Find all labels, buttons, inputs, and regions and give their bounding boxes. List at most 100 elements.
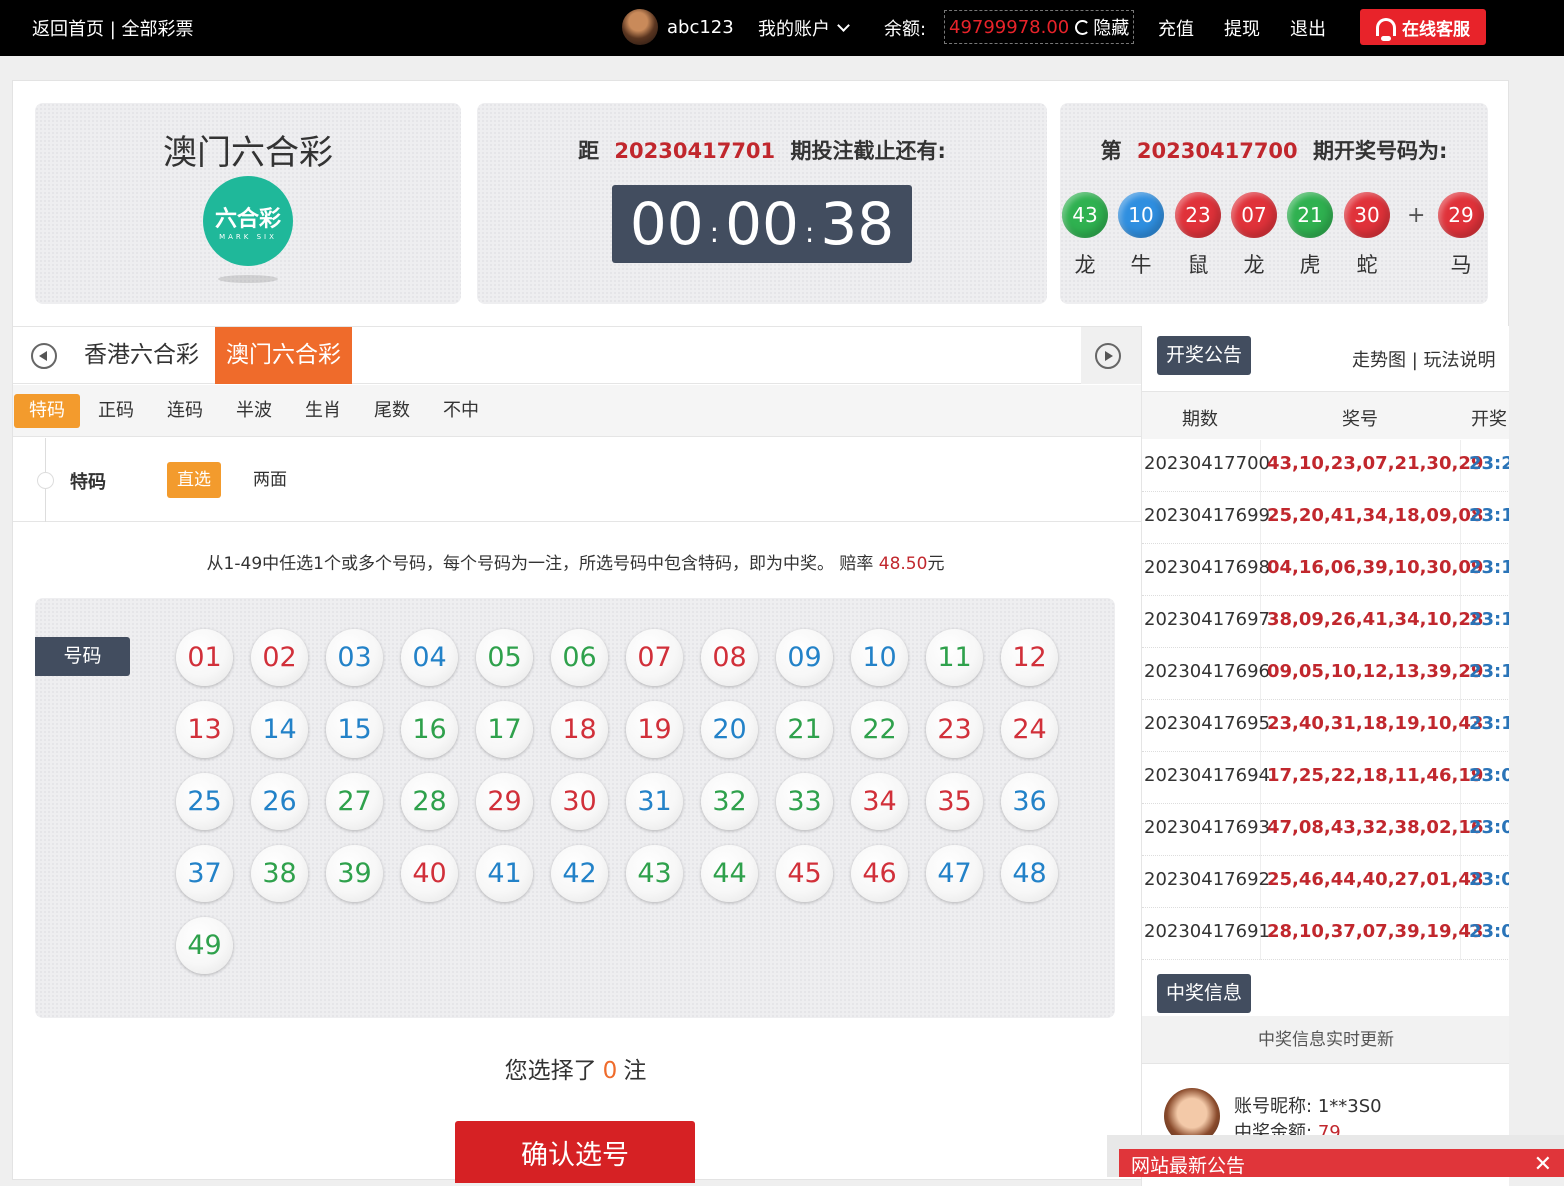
number-ball[interactable]: 28 — [401, 773, 458, 830]
scroll-right-arrow-icon[interactable] — [1095, 343, 1121, 369]
number-ball[interactable]: 32 — [701, 773, 758, 830]
top-bar: 返回首页 | 全部彩票 abc123 我的账户 余额: 49799978.00 … — [0, 0, 1564, 56]
home-link[interactable]: 返回首页 | 全部彩票 — [32, 15, 194, 41]
countdown-issue: 20230417701 — [614, 139, 776, 163]
number-ball[interactable]: 08 — [701, 629, 758, 686]
number-ball[interactable]: 47 — [926, 845, 983, 902]
number-ball[interactable]: 45 — [776, 845, 833, 902]
number-ball[interactable]: 29 — [476, 773, 533, 830]
number-ball[interactable]: 12 — [1001, 629, 1058, 686]
option-direct[interactable]: 直选 — [167, 462, 221, 498]
scroll-left-arrow-icon[interactable] — [31, 343, 57, 369]
number-ball[interactable]: 15 — [326, 701, 383, 758]
number-ball[interactable]: 07 — [626, 629, 683, 686]
selection-suffix: 注 — [623, 1058, 647, 1084]
tab-not-hit[interactable]: 不中 — [428, 394, 494, 428]
draw-issue-line: 第 20230417700 期开奖号码为: — [1060, 135, 1488, 165]
number-ball[interactable]: 31 — [626, 773, 683, 830]
tab-special-number[interactable]: 特码 — [14, 394, 80, 428]
number-ball[interactable]: 41 — [476, 845, 533, 902]
tab-hk-mark-six[interactable]: 香港六合彩 — [73, 327, 210, 384]
number-ball[interactable]: 49 — [176, 917, 233, 974]
close-icon[interactable]: ✕ — [1534, 1153, 1552, 1177]
number-ball[interactable]: 37 — [176, 845, 233, 902]
zodiac-label: 龙 — [1243, 253, 1265, 277]
user-info[interactable]: abc123 — [622, 9, 734, 45]
number-ball[interactable]: 42 — [551, 845, 608, 902]
number-ball[interactable]: 01 — [176, 629, 233, 686]
withdraw-link[interactable]: 提现 — [1224, 15, 1260, 41]
customer-service-button[interactable]: 在线客服 — [1360, 9, 1486, 45]
number-ball[interactable]: 44 — [701, 845, 758, 902]
number-ball[interactable]: 38 — [251, 845, 308, 902]
tab-zodiac[interactable]: 生肖 — [290, 394, 356, 428]
number-ball[interactable]: 39 — [326, 845, 383, 902]
number-ball[interactable]: 17 — [476, 701, 533, 758]
number-ball[interactable]: 46 — [851, 845, 908, 902]
number-ball[interactable]: 48 — [1001, 845, 1058, 902]
number-ball[interactable]: 04 — [401, 629, 458, 686]
number-ball[interactable]: 26 — [251, 773, 308, 830]
username: abc123 — [667, 16, 734, 38]
history-time: 23:0 — [1469, 765, 1509, 786]
tab-regular-number[interactable]: 正码 — [83, 394, 149, 428]
table-row: 2023041769925,20,41,34,18,09,0823:1 — [1142, 492, 1509, 544]
number-ball[interactable]: 05 — [476, 629, 533, 686]
nickname-label: 账号昵称: — [1234, 1096, 1313, 1117]
selection-count: 0 — [602, 1058, 618, 1084]
number-ball[interactable]: 27 — [326, 773, 383, 830]
number-ball[interactable]: 06 — [551, 629, 608, 686]
logout-link[interactable]: 退出 — [1290, 15, 1326, 41]
account-menu[interactable]: 我的账户 — [758, 15, 850, 41]
number-ball[interactable]: 09 — [776, 629, 833, 686]
table-row: 2023041769347,08,43,32,38,02,1623:0 — [1142, 804, 1509, 856]
number-ball[interactable]: 20 — [701, 701, 758, 758]
countdown-timer: 00 : 00 : 38 — [612, 185, 912, 263]
table-row: 2023041769417,25,22,18,11,46,1923:0 — [1142, 752, 1509, 804]
number-ball[interactable]: 25 — [176, 773, 233, 830]
number-ball[interactable]: 33 — [776, 773, 833, 830]
tab-half-wave[interactable]: 半波 — [221, 394, 287, 428]
hide-balance-button[interactable]: 隐藏 — [1093, 14, 1129, 40]
draw-ball: 07 — [1231, 192, 1277, 238]
number-ball[interactable]: 18 — [551, 701, 608, 758]
number-ball[interactable]: 43 — [626, 845, 683, 902]
number-ball[interactable]: 16 — [401, 701, 458, 758]
tab-consecutive[interactable]: 连码 — [152, 394, 218, 428]
countdown-card: 距 20230417701 期投注截止还有: 00 : 00 : 38 — [477, 103, 1047, 304]
recharge-link[interactable]: 充值 — [1158, 15, 1194, 41]
draw-notice-tag[interactable]: 开奖公告 — [1157, 336, 1252, 375]
avatar[interactable] — [622, 9, 658, 45]
number-ball[interactable]: 36 — [1001, 773, 1058, 830]
column-numbers: 奖号 — [1342, 409, 1378, 430]
tab-macau-mark-six[interactable]: 澳门六合彩 — [215, 327, 352, 384]
number-ball[interactable]: 03 — [326, 629, 383, 686]
number-ball[interactable]: 30 — [551, 773, 608, 830]
win-info-subtitle: 中奖信息实时更新 — [1142, 1016, 1509, 1064]
history-issue: 20230417692 — [1144, 869, 1270, 890]
tab-tail-number[interactable]: 尾数 — [359, 394, 425, 428]
history-issue: 20230417693 — [1144, 817, 1270, 838]
number-ball[interactable]: 35 — [926, 773, 983, 830]
number-ball[interactable]: 22 — [851, 701, 908, 758]
trend-and-rules-links[interactable]: 走势图 | 玩法说明 — [1352, 346, 1496, 372]
history-issue: 20230417698 — [1144, 557, 1270, 578]
number-ball[interactable]: 19 — [626, 701, 683, 758]
confirm-selection-button[interactable]: 确认选号 — [455, 1121, 695, 1183]
number-ball[interactable]: 10 — [851, 629, 908, 686]
number-ball[interactable]: 24 — [1001, 701, 1058, 758]
number-ball[interactable]: 23 — [926, 701, 983, 758]
history-time: 23:0 — [1469, 869, 1509, 890]
number-ball[interactable]: 14 — [251, 701, 308, 758]
number-ball[interactable]: 34 — [851, 773, 908, 830]
history-numbers: 04,16,06,39,10,30,09 — [1267, 557, 1484, 578]
notice-bar[interactable]: 网站最新公告 ✕ — [1119, 1149, 1564, 1177]
refresh-icon[interactable] — [1075, 19, 1091, 35]
number-ball[interactable]: 02 — [251, 629, 308, 686]
number-ball[interactable]: 11 — [926, 629, 983, 686]
number-ball[interactable]: 21 — [776, 701, 833, 758]
number-ball[interactable]: 13 — [176, 701, 233, 758]
option-two-sides[interactable]: 两面 — [243, 462, 297, 498]
number-ball[interactable]: 40 — [401, 845, 458, 902]
odds-value: 48.50 — [878, 554, 928, 574]
